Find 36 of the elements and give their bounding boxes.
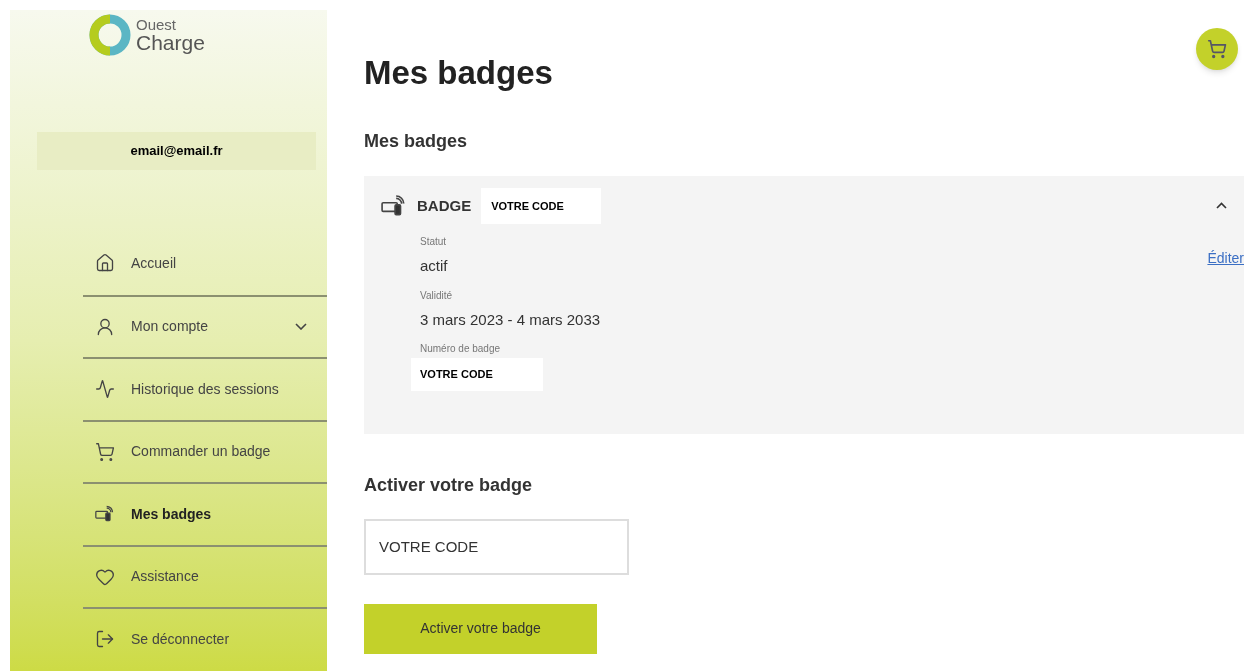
logo-text: Ouest — [136, 17, 178, 32]
cart-icon — [1207, 39, 1227, 59]
user-icon — [95, 316, 115, 337]
home-icon — [95, 253, 115, 274]
page-title: Mes badges — [364, 53, 553, 93]
cart-icon — [95, 441, 115, 462]
badge-code: VOTRE CODE — [481, 187, 602, 224]
field-label: Validité — [420, 288, 454, 303]
logout-icon — [95, 629, 115, 650]
nav-item[interactable]: Historique des sessions — [83, 357, 327, 420]
field-label: Statut — [420, 235, 448, 249]
nav-item[interactable]: Commander un badge — [83, 419, 327, 482]
section-title: Mes badges — [364, 129, 469, 153]
cart-button[interactable] — [1196, 28, 1238, 70]
logo-text: Charge — [136, 32, 205, 53]
field-value: 3 mars 2023 - 4 mars 2033 — [420, 309, 602, 330]
chevron-up-icon — [1216, 202, 1227, 210]
nav-item[interactable]: Se déconnecter — [83, 607, 327, 670]
code-input-field[interactable]: VOTRE CODE — [364, 518, 629, 575]
user-email: email@email.fr — [37, 132, 316, 170]
badge-header[interactable]: BADGE VOTRE CODE — [381, 187, 1227, 224]
field-value: VOTRE CODE — [411, 358, 543, 391]
pulse-icon — [95, 379, 115, 400]
field-value: actif — [420, 256, 449, 276]
nav-item[interactable]: Accueil — [83, 232, 327, 295]
nav-item[interactable]: Mes badges — [83, 482, 327, 545]
nav-item[interactable]: Mon compte — [83, 294, 327, 357]
field-label: Numéro de badge — [420, 342, 502, 356]
badge-label: BADGE — [417, 195, 472, 216]
edit-link[interactable]: Éditer — [1207, 248, 1244, 401]
chevron-down-icon — [295, 323, 307, 331]
logo-ring-icon — [88, 13, 132, 57]
section-title: Activer votre badge — [364, 473, 534, 497]
nav-item[interactable]: Assistance — [83, 544, 327, 607]
badge-card-icon — [381, 194, 407, 217]
activate-button[interactable]: Activer votre badge — [364, 603, 597, 654]
